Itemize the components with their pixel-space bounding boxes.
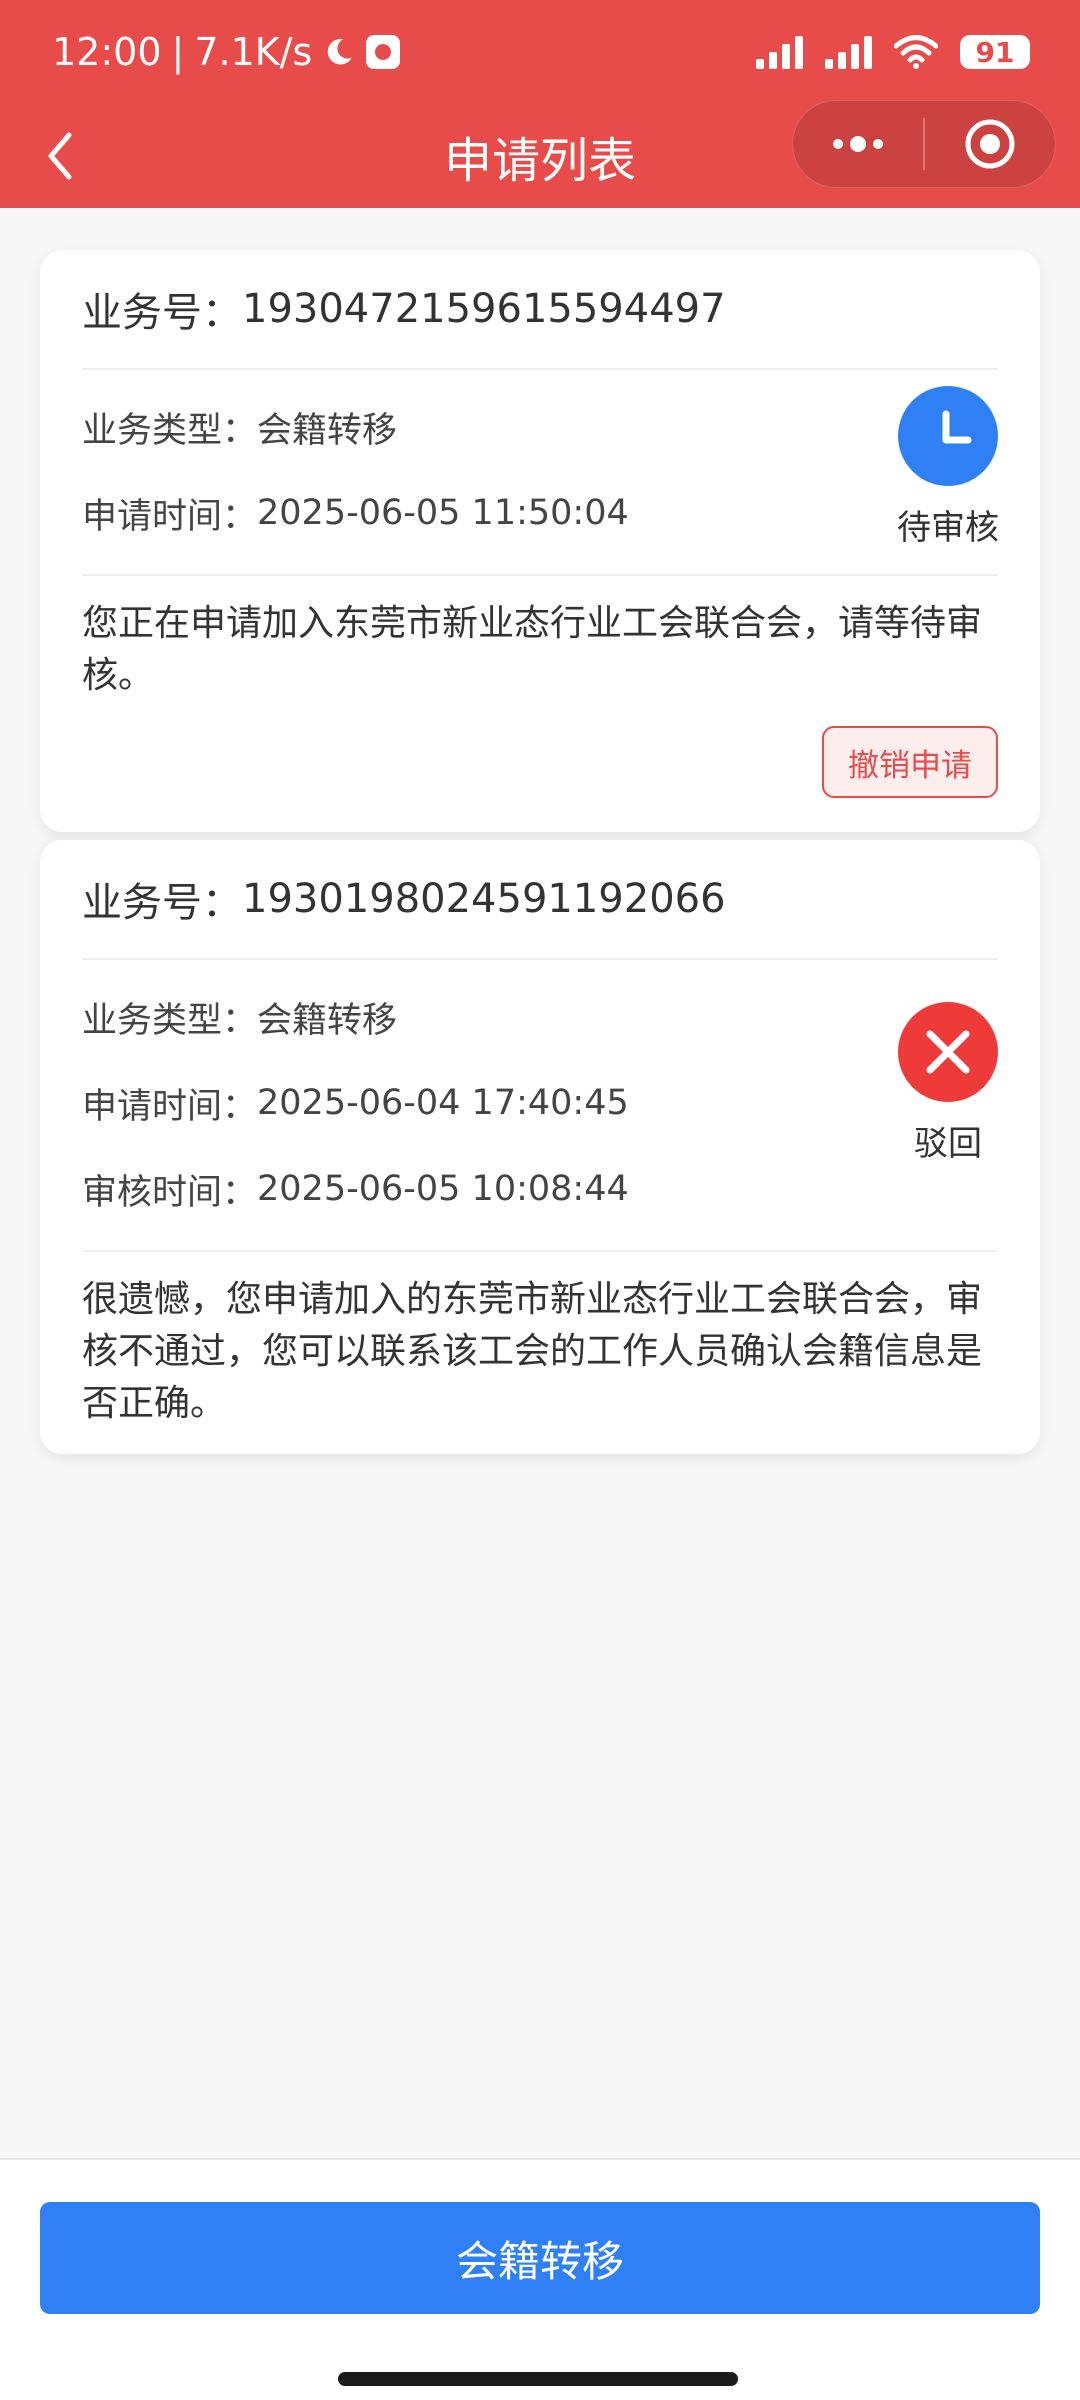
more-button[interactable] [793,100,923,188]
business-number-label: 业务号： [82,290,242,336]
business-number: 业务号： 1930198024591192066 [82,840,998,960]
signal-icon [756,35,803,69]
apply-time-label: 申请时间： [82,1086,258,1127]
application-info: 业务类型： 会籍转移 申请时间： 2025-06-04 17:40:45 审核时… [82,960,998,1252]
home-indicator[interactable] [338,2372,738,2386]
network-speed: 7.1K/s [194,30,313,74]
notification-app-icon [366,35,401,69]
status-separator: | [171,30,185,74]
membership-transfer-button[interactable]: 会籍转移 [40,2202,1040,2314]
moon-icon [328,38,353,65]
wifi-icon [894,35,938,69]
application-card: 业务号： 1930472159615594497 业务类型： 会籍转移 申请时间… [40,250,1040,832]
apply-time-value: 2025-06-05 11:50:04 [257,493,629,533]
close-icon [898,1002,998,1102]
application-card: 业务号： 1930198024591192066 业务类型： 会籍转移 申请时间… [40,840,1040,1454]
apply-time-row: 申请时间： 2025-06-04 17:40:45 [82,1060,998,1146]
application-description: 很遗憾，您申请加入的东莞市新业态行业工会联合会，审核不通过，您可以联系该工会的工… [82,1279,983,1424]
review-time-label: 审核时间： [82,1172,258,1213]
status-indicator: 待审核 [897,386,999,549]
business-type-row: 业务类型： 会籍转移 [82,384,998,470]
miniprogram-capsule [792,100,1056,188]
status-pending: 待审核 [897,508,999,548]
application-info: 业务类型： 会籍转移 申请时间： 2025-06-05 11:50:04 待审核 [82,370,999,576]
apply-time-label: 申请时间： [82,496,258,537]
status-indicator: 驳回 [898,1002,998,1165]
card-actions: 撤销申请 [82,726,998,832]
close-miniprogram-button[interactable] [925,100,1055,188]
bottom-bar: 会籍转移 [0,2158,1080,2400]
business-number: 业务号： 1930472159615594497 [82,250,998,370]
business-number-value: 1930198024591192066 [242,876,726,922]
business-type-value: 会籍转移 [257,1000,398,1041]
signal-icon-2 [825,35,872,69]
business-type-label: 业务类型： [82,410,258,451]
status-rejected: 驳回 [914,1124,982,1164]
application-description: 您正在申请加入东莞市新业态行业工会联合会，请等待审核。 [82,603,983,696]
status-bar: 12:00 | 7.1K/s 91 [0,0,1080,104]
revoke-application-button[interactable]: 撤销申请 [822,726,998,798]
battery-level: 91 [975,35,1015,69]
review-time-row: 审核时间： 2025-06-05 10:08:44 [82,1146,998,1232]
review-time-value: 2025-06-05 10:08:44 [257,1169,629,1209]
business-type-label: 业务类型： [82,1000,258,1041]
business-type-row: 业务类型： 会籍转移 [82,974,998,1060]
battery-icon: 91 [960,35,1030,69]
header: 12:00 | 7.1K/s 91 申请列表 [0,0,1080,208]
target-circle-icon [965,119,1015,169]
more-dots-icon [833,136,883,152]
business-type-value: 会籍转移 [257,410,398,451]
clock-icon [898,386,998,486]
status-time: 12:00 [52,30,162,74]
business-number-value: 1930472159615594497 [242,286,726,332]
apply-time-value: 2025-06-04 17:40:45 [257,1083,629,1123]
apply-time-row: 申请时间： 2025-06-05 11:50:04 [82,470,998,556]
business-number-label: 业务号： [82,880,242,926]
